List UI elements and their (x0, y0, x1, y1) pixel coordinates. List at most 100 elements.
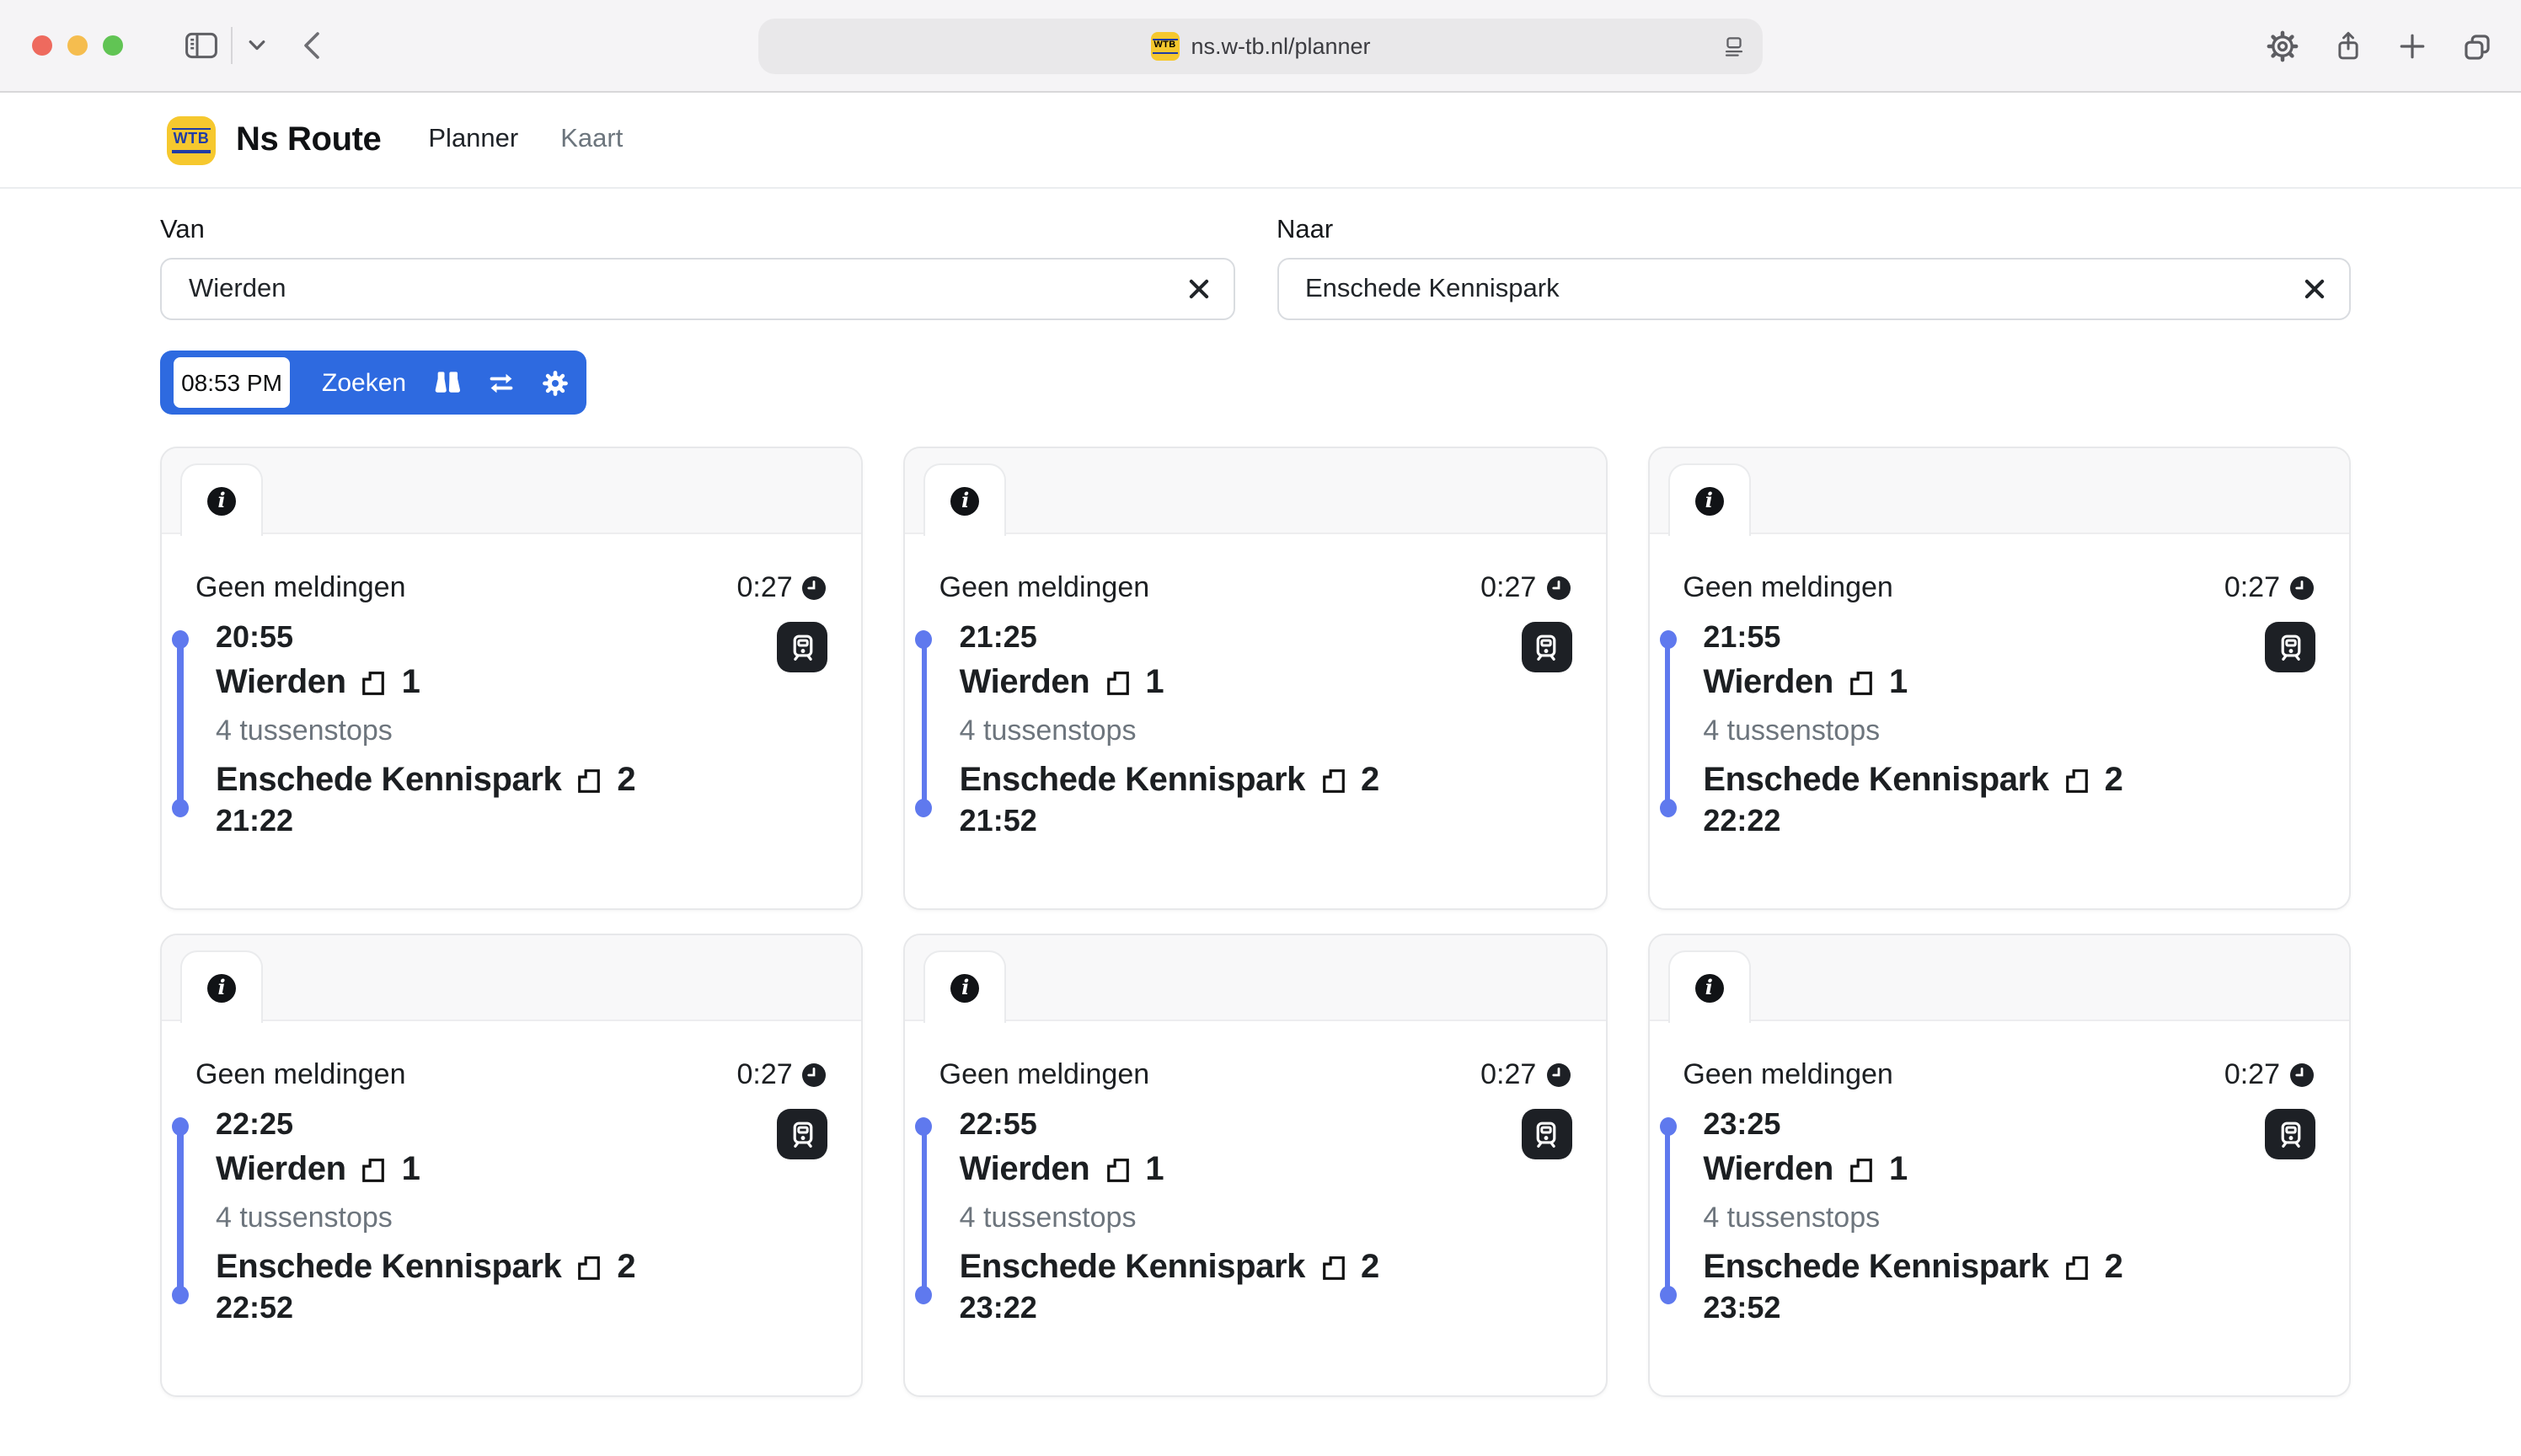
card-header-strip: i (906, 448, 1606, 534)
platform-icon (575, 1253, 603, 1282)
new-tab-icon[interactable] (2398, 32, 2427, 61)
to-platform: 2 (617, 758, 635, 802)
card-info-tab[interactable]: i (1667, 950, 1750, 1023)
train-mode-button[interactable] (1521, 1109, 1571, 1159)
platform-icon (1319, 766, 1347, 795)
page-settings-icon[interactable] (1722, 35, 1746, 59)
train-mode-button[interactable] (2265, 1109, 2315, 1159)
status-text: Geen meldingen (195, 1058, 406, 1092)
arrive-dot (172, 1286, 189, 1304)
swap-directions-icon[interactable] (487, 370, 516, 395)
to-platform: 2 (2105, 758, 2123, 802)
card-header-strip: i (1649, 448, 2349, 534)
to-station-input[interactable] (1277, 258, 2351, 320)
from-label: Van (160, 216, 1234, 246)
journey-timeline: 21:55 Wierden 1 4 tussenstops Enschede K… (1683, 618, 2315, 839)
duration-text: 0:27 (1480, 1058, 1536, 1092)
timeline-rail (916, 1117, 933, 1304)
binoculars-icon[interactable] (431, 369, 462, 396)
address-bar[interactable]: WTB ns.w-tb.nl/planner (758, 19, 1763, 74)
from-station: Wierden (960, 661, 1090, 704)
stops-text: 4 tussenstops (216, 1196, 828, 1240)
settings-gear-icon[interactable] (541, 368, 570, 397)
depart-time: 21:25 (960, 618, 1572, 656)
settings-gear-icon[interactable] (2267, 30, 2299, 62)
zoom-window-button[interactable] (103, 35, 123, 56)
arrive-dot (1659, 799, 1676, 817)
card-header-strip: i (162, 935, 862, 1021)
from-station: Wierden (1703, 1148, 1833, 1191)
clock-icon (1544, 1062, 1571, 1089)
train-mode-button[interactable] (2265, 622, 2315, 672)
card-body: Geen meldingen 0:27 21:55 Wierde (1649, 534, 2349, 839)
timeline-line (1665, 639, 1671, 809)
journey-card: i Geen meldingen 0:27 (904, 447, 1608, 910)
close-window-button[interactable] (32, 35, 52, 56)
train-icon (789, 1120, 817, 1148)
nav-item-planner[interactable]: Planner (428, 125, 518, 155)
info-icon: i (207, 973, 236, 1002)
info-icon: i (207, 486, 236, 515)
clear-from-button[interactable] (1175, 266, 1221, 312)
from-platform: 1 (1145, 661, 1164, 704)
from-station: Wierden (216, 1148, 346, 1191)
duration-text: 0:27 (736, 571, 792, 605)
stops-text: 4 tussenstops (1703, 1196, 2315, 1240)
card-info-tab[interactable]: i (1667, 463, 1750, 536)
card-info-tab[interactable]: i (180, 463, 263, 536)
search-button[interactable]: Zoeken (322, 368, 406, 397)
nav-item-kaart[interactable]: Kaart (560, 125, 623, 155)
to-station: Enschede Kennispark (960, 1245, 1305, 1289)
arrive-time: 23:52 (1703, 1289, 2315, 1326)
to-platform: 2 (617, 1245, 635, 1289)
back-button[interactable] (302, 30, 322, 61)
info-icon: i (951, 486, 980, 515)
arrive-time: 21:22 (216, 802, 828, 839)
stops-text: 4 tussenstops (216, 709, 828, 753)
card-body: Geen meldingen 0:27 20:55 Wierde (162, 534, 862, 839)
to-platform: 2 (2105, 1245, 2123, 1289)
train-mode-button[interactable] (1521, 622, 1571, 672)
platform-icon (575, 766, 603, 795)
timeline-line (921, 639, 927, 809)
clock-icon (2288, 1062, 2315, 1089)
card-info-tab[interactable]: i (924, 950, 1007, 1023)
to-station: Enschede Kennispark (216, 1245, 561, 1289)
arrive-dot (916, 799, 933, 817)
platform-icon (2063, 766, 2091, 795)
clock-icon (1544, 575, 1571, 602)
from-station-input[interactable] (160, 258, 1234, 320)
from-platform: 1 (1145, 1148, 1164, 1191)
time-input[interactable] (174, 357, 290, 408)
sidebar-toggle-icon[interactable] (184, 30, 219, 61)
card-info-tab[interactable]: i (180, 950, 263, 1023)
train-mode-button[interactable] (778, 1109, 828, 1159)
timeline-rail (1659, 1117, 1676, 1304)
info-icon: i (1694, 486, 1723, 515)
app-header: WTB Ns Route Planner Kaart (0, 93, 2521, 189)
status-text: Geen meldingen (939, 571, 1150, 605)
platform-icon (1103, 1155, 1132, 1184)
train-mode-button[interactable] (778, 622, 828, 672)
platform-icon (1319, 1253, 1347, 1282)
tab-overview-icon[interactable] (2462, 31, 2492, 62)
to-station: Enschede Kennispark (1703, 758, 2048, 802)
app-title: Ns Route (236, 120, 381, 159)
share-icon[interactable] (2334, 30, 2363, 62)
clear-to-button[interactable] (2292, 266, 2337, 312)
minimize-window-button[interactable] (67, 35, 88, 56)
from-platform: 1 (1889, 1148, 1908, 1191)
clock-icon (801, 575, 828, 602)
search-toolbar: Zoeken (160, 351, 586, 415)
stops-text: 4 tussenstops (960, 1196, 1572, 1240)
stops-text: 4 tussenstops (960, 709, 1572, 753)
journey-timeline: 21:25 Wierden 1 4 tussenstops Enschede K… (939, 618, 1572, 839)
depart-time: 21:55 (1703, 618, 2315, 656)
timeline-line (178, 1126, 184, 1296)
chevron-down-icon[interactable] (248, 39, 266, 52)
card-info-tab[interactable]: i (924, 463, 1007, 536)
journey-card: i Geen meldingen 0:27 (1647, 447, 2351, 910)
journey-timeline: 20:55 Wierden 1 4 tussenstops Enschede K… (195, 618, 828, 839)
info-icon: i (951, 973, 980, 1002)
journey-timeline: 23:25 Wierden 1 4 tussenstops Enschede K… (1683, 1105, 2315, 1326)
